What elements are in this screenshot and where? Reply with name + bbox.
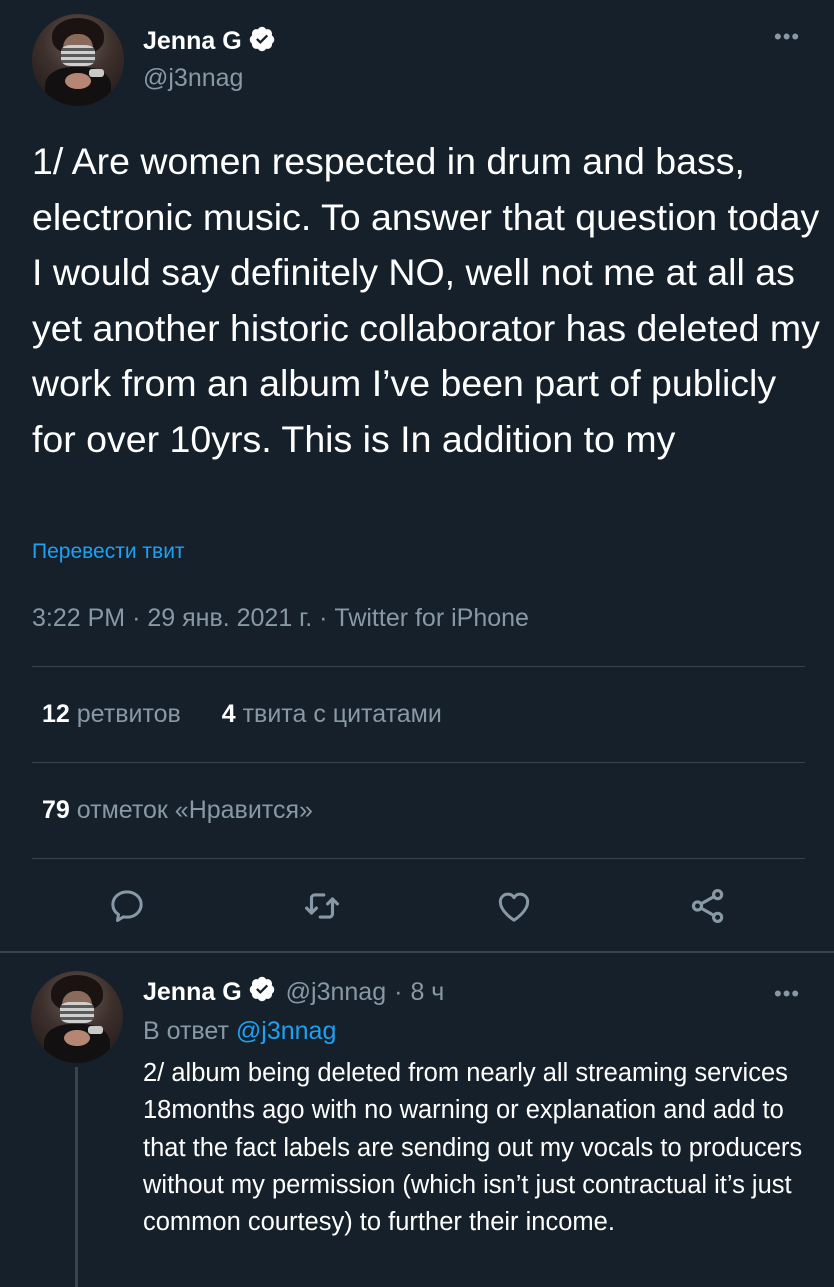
retweets-stat[interactable]: 12 ретвитов [42, 700, 181, 729]
author-avatar[interactable] [32, 14, 124, 106]
likes-count: 79 [42, 796, 70, 824]
retweet-button[interactable] [300, 884, 344, 928]
reply-button[interactable] [105, 884, 149, 928]
heart-icon [498, 892, 530, 922]
author-name[interactable]: Jenna G [143, 27, 242, 56]
translate-tweet-link[interactable]: Перевести твит [32, 540, 185, 564]
share-button[interactable] [686, 884, 730, 928]
reply-mention-link[interactable]: @j3nnag [236, 1017, 336, 1045]
main-tweet: Jenna G @j3nnag ••• 1/ Are women respect… [0, 0, 834, 950]
quotes-label: твита с цитатами [242, 700, 442, 728]
reply-author-name[interactable]: Jenna G [143, 978, 242, 1007]
tweet-time[interactable]: 3:22 PM [32, 604, 125, 632]
reply-icon [111, 890, 143, 922]
retweets-label: ретвитов [76, 700, 181, 728]
likes-stats-row: 79 отметок «Нравится» [42, 796, 347, 825]
tweet-meta: 3:22 PM · 29 янв. 2021 г. · Twitter for … [32, 604, 529, 633]
like-button[interactable] [492, 884, 536, 928]
share-icon [691, 889, 724, 923]
retweet-icon [305, 893, 339, 919]
thread-line [75, 1067, 78, 1287]
meta-separator: · [394, 977, 403, 1006]
reply-author-handle[interactable]: @j3nnag [286, 978, 386, 1007]
reply-prefix: В ответ [143, 1017, 229, 1045]
tweet-text: 1/ Are women respected in drum and bass,… [32, 140, 820, 460]
reply-author-avatar[interactable] [31, 971, 123, 1063]
quotes-stat[interactable]: 4 твита с цитатами [222, 700, 442, 729]
reply-tweet[interactable]: Jenna G @j3nnag · 8 ч ••• В ответ @j3nna… [0, 953, 834, 1287]
tweet-source[interactable]: Twitter for iPhone [334, 604, 529, 632]
reply-author-info: Jenna G @j3nnag · 8 ч [143, 975, 444, 1009]
tweet-date[interactable]: 29 янв. 2021 г. [147, 604, 312, 632]
reply-more-options-icon[interactable]: ••• [774, 983, 800, 1005]
meta-separator: · [132, 604, 141, 632]
meta-separator: · [319, 604, 328, 632]
reply-to-line: В ответ @j3nnag [143, 1017, 336, 1046]
divider [32, 762, 805, 763]
tweet-actions [0, 884, 834, 932]
retweets-count: 12 [42, 700, 70, 728]
likes-label: отметок «Нравится» [76, 796, 313, 824]
author-info: Jenna G [143, 24, 276, 58]
divider [32, 858, 805, 859]
retweet-stats-row: 12 ретвитов 4 твита с цитатами [42, 700, 476, 729]
more-options-icon[interactable]: ••• [774, 26, 800, 48]
quotes-count: 4 [221, 700, 236, 728]
author-handle[interactable]: @j3nnag [143, 64, 243, 93]
divider [32, 666, 805, 667]
verified-badge-icon [248, 975, 276, 1010]
likes-stat[interactable]: 79 отметок «Нравится» [42, 796, 313, 825]
reply-age[interactable]: 8 ч [410, 978, 444, 1007]
verified-badge-icon [248, 25, 276, 58]
reply-tweet-text: 2/ album being deleted from nearly all s… [143, 1059, 803, 1237]
